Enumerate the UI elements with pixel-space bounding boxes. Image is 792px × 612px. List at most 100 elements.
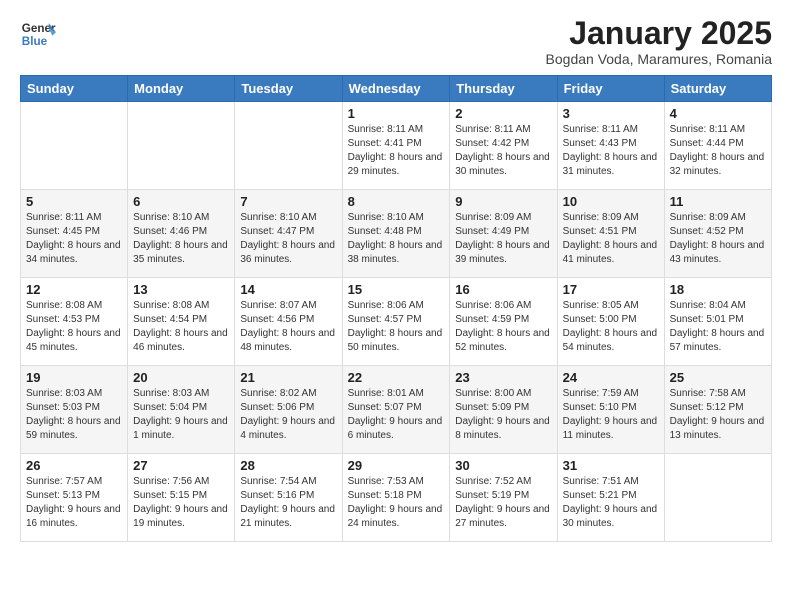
cell-w4-d3: 29Sunrise: 7:53 AMSunset: 5:18 PMDayligh… <box>342 454 450 542</box>
col-friday: Friday <box>557 76 664 102</box>
day-number: 5 <box>26 194 122 209</box>
day-info: Sunrise: 8:11 AMSunset: 4:44 PMDaylight:… <box>670 123 766 179</box>
col-monday: Monday <box>128 76 235 102</box>
cell-w0-d5: 3 Sunrise: 8:11 AMSunset: 4:43 PMDaylight… <box>557 102 664 190</box>
day-info: Sunrise: 8:01 AMSunset: 5:07 PMDaylight:… <box>348 387 445 443</box>
day-info: Sunrise: 8:04 AMSunset: 5:01 PMDaylight:… <box>670 299 766 355</box>
cell-w0-d2 <box>235 102 342 190</box>
cell-w2-d0: 12Sunrise: 8:08 AMSunset: 4:53 PMDayligh… <box>21 278 128 366</box>
title-block: January 2025 Bogdan Voda, Maramures, Rom… <box>546 16 772 67</box>
day-number: 31 <box>563 458 659 473</box>
day-number: 6 <box>133 194 229 209</box>
cell-w3-d4: 23 Sunrise: 8:00 AMSunset: 5:09 PMDayligh… <box>450 366 557 454</box>
cell-w1-d1: 6 Sunrise: 8:10 AMSunset: 4:46 PMDaylight… <box>128 190 235 278</box>
day-number: 26 <box>26 458 122 473</box>
cell-w3-d5: 24Sunrise: 7:59 AMSunset: 5:10 PMDayligh… <box>557 366 664 454</box>
day-number: 13 <box>133 282 229 297</box>
day-info: Sunrise: 8:10 AMSunset: 4:46 PMDaylight:… <box>133 211 229 267</box>
cell-w2-d4: 16 Sunrise: 8:06 AMSunset: 4:59 PMDayligh… <box>450 278 557 366</box>
calendar: Sunday Monday Tuesday Wednesday Thursday… <box>20 75 772 542</box>
day-number: 9 <box>455 194 551 209</box>
day-number: 12 <box>26 282 122 297</box>
day-info: Sunrise: 8:02 AMSunset: 5:06 PMDaylight:… <box>240 387 336 443</box>
location: Bogdan Voda, Maramures, Romania <box>546 51 772 67</box>
cell-w1-d0: 5Sunrise: 8:11 AMSunset: 4:45 PMDaylight… <box>21 190 128 278</box>
day-number: 11 <box>670 194 766 209</box>
cell-w1-d6: 11 Sunrise: 8:09 AMSunset: 4:52 PMDayligh… <box>664 190 771 278</box>
cell-w4-d0: 26 Sunrise: 7:57 AMSunset: 5:13 PMDayligh… <box>21 454 128 542</box>
day-number: 24 <box>563 370 659 385</box>
week-row-1: 5Sunrise: 8:11 AMSunset: 4:45 PMDaylight… <box>21 190 772 278</box>
day-number: 20 <box>133 370 229 385</box>
cell-w3-d3: 22 Sunrise: 8:01 AMSunset: 5:07 PMDayligh… <box>342 366 450 454</box>
day-number: 27 <box>133 458 229 473</box>
day-info: Sunrise: 8:06 AMSunset: 4:57 PMDaylight:… <box>348 299 445 355</box>
day-number: 3 <box>563 106 659 121</box>
day-number: 7 <box>240 194 336 209</box>
cell-w3-d6: 25Sunrise: 7:58 AMSunset: 5:12 PMDayligh… <box>664 366 771 454</box>
day-number: 25 <box>670 370 766 385</box>
day-info: Sunrise: 8:00 AMSunset: 5:09 PMDaylight:… <box>455 387 551 443</box>
cell-w0-d0 <box>21 102 128 190</box>
cell-w4-d4: 30Sunrise: 7:52 AMSunset: 5:19 PMDayligh… <box>450 454 557 542</box>
cell-w0-d3: 1Sunrise: 8:11 AMSunset: 4:41 PMDaylight… <box>342 102 450 190</box>
logo-icon: General Blue <box>20 16 56 52</box>
day-info: Sunrise: 8:11 AMSunset: 4:42 PMDaylight:… <box>455 123 551 179</box>
day-info: Sunrise: 7:57 AMSunset: 5:13 PMDaylight:… <box>26 475 122 531</box>
cell-w2-d2: 14Sunrise: 8:07 AMSunset: 4:56 PMDayligh… <box>235 278 342 366</box>
cell-w4-d5: 31 Sunrise: 7:51 AMSunset: 5:21 PMDayligh… <box>557 454 664 542</box>
month-title: January 2025 <box>546 16 772 51</box>
day-number: 29 <box>348 458 445 473</box>
day-info: Sunrise: 8:06 AMSunset: 4:59 PMDaylight:… <box>455 299 551 355</box>
week-row-4: 26 Sunrise: 7:57 AMSunset: 5:13 PMDayligh… <box>21 454 772 542</box>
col-tuesday: Tuesday <box>235 76 342 102</box>
day-number: 10 <box>563 194 659 209</box>
day-info: Sunrise: 7:51 AMSunset: 5:21 PMDaylight:… <box>563 475 659 531</box>
cell-w4-d6 <box>664 454 771 542</box>
week-row-2: 12Sunrise: 8:08 AMSunset: 4:53 PMDayligh… <box>21 278 772 366</box>
day-info: Sunrise: 8:10 AMSunset: 4:48 PMDaylight:… <box>348 211 445 267</box>
cell-w1-d2: 7 Sunrise: 8:10 AMSunset: 4:47 PMDaylight… <box>235 190 342 278</box>
cell-w3-d0: 19 Sunrise: 8:03 AMSunset: 5:03 PMDayligh… <box>21 366 128 454</box>
week-row-0: 1Sunrise: 8:11 AMSunset: 4:41 PMDaylight… <box>21 102 772 190</box>
day-info: Sunrise: 8:05 AMSunset: 5:00 PMDaylight:… <box>563 299 659 355</box>
day-info: Sunrise: 8:09 AMSunset: 4:51 PMDaylight:… <box>563 211 659 267</box>
day-info: Sunrise: 8:03 AMSunset: 5:04 PMDaylight:… <box>133 387 229 443</box>
cell-w4-d1: 27 Sunrise: 7:56 AMSunset: 5:15 PMDayligh… <box>128 454 235 542</box>
day-info: Sunrise: 8:09 AMSunset: 4:52 PMDaylight:… <box>670 211 766 267</box>
day-info: Sunrise: 8:08 AMSunset: 4:54 PMDaylight:… <box>133 299 229 355</box>
cell-w3-d2: 21 Sunrise: 8:02 AMSunset: 5:06 PMDayligh… <box>235 366 342 454</box>
col-sunday: Sunday <box>21 76 128 102</box>
cell-w2-d5: 17 Sunrise: 8:05 AMSunset: 5:00 PMDayligh… <box>557 278 664 366</box>
day-info: Sunrise: 7:56 AMSunset: 5:15 PMDaylight:… <box>133 475 229 531</box>
day-number: 22 <box>348 370 445 385</box>
day-number: 18 <box>670 282 766 297</box>
cell-w1-d4: 9Sunrise: 8:09 AMSunset: 4:49 PMDaylight… <box>450 190 557 278</box>
cell-w0-d6: 4 Sunrise: 8:11 AMSunset: 4:44 PMDaylight… <box>664 102 771 190</box>
svg-text:Blue: Blue <box>22 35 48 48</box>
day-number: 2 <box>455 106 551 121</box>
weekday-header-row: Sunday Monday Tuesday Wednesday Thursday… <box>21 76 772 102</box>
day-number: 30 <box>455 458 551 473</box>
col-saturday: Saturday <box>664 76 771 102</box>
day-number: 19 <box>26 370 122 385</box>
day-info: Sunrise: 8:07 AMSunset: 4:56 PMDaylight:… <box>240 299 336 355</box>
cell-w0-d1 <box>128 102 235 190</box>
day-info: Sunrise: 8:10 AMSunset: 4:47 PMDaylight:… <box>240 211 336 267</box>
logo: General Blue <box>20 16 60 52</box>
day-number: 23 <box>455 370 551 385</box>
week-row-3: 19 Sunrise: 8:03 AMSunset: 5:03 PMDayligh… <box>21 366 772 454</box>
day-number: 21 <box>240 370 336 385</box>
cell-w2-d1: 13 Sunrise: 8:08 AMSunset: 4:54 PMDayligh… <box>128 278 235 366</box>
cell-w2-d3: 15Sunrise: 8:06 AMSunset: 4:57 PMDayligh… <box>342 278 450 366</box>
cell-w3-d1: 20 Sunrise: 8:03 AMSunset: 5:04 PMDayligh… <box>128 366 235 454</box>
cell-w2-d6: 18 Sunrise: 8:04 AMSunset: 5:01 PMDayligh… <box>664 278 771 366</box>
day-info: Sunrise: 8:11 AMSunset: 4:41 PMDaylight:… <box>348 123 445 179</box>
day-number: 17 <box>563 282 659 297</box>
day-number: 28 <box>240 458 336 473</box>
day-info: Sunrise: 8:11 AMSunset: 4:43 PMDaylight:… <box>563 123 659 179</box>
col-thursday: Thursday <box>450 76 557 102</box>
day-info: Sunrise: 8:03 AMSunset: 5:03 PMDaylight:… <box>26 387 122 443</box>
day-number: 4 <box>670 106 766 121</box>
day-number: 16 <box>455 282 551 297</box>
